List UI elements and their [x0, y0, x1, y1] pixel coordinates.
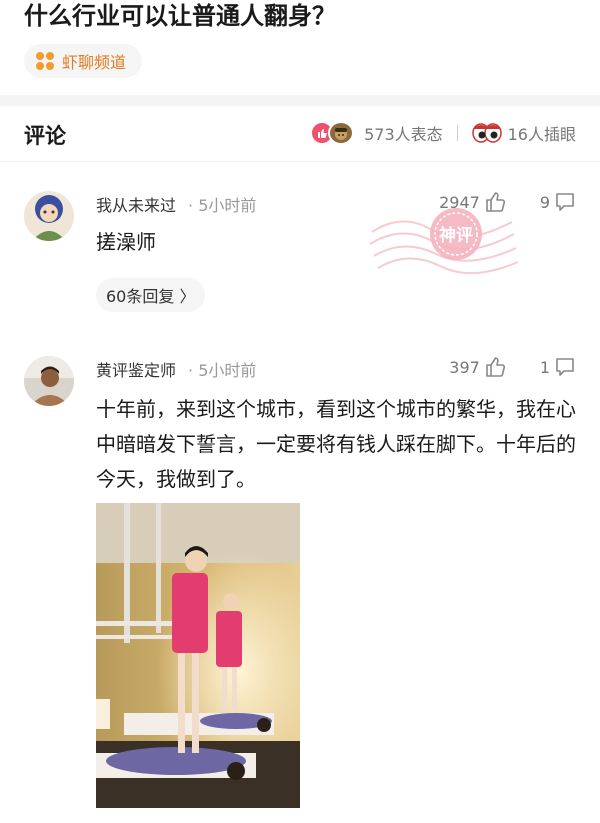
reply-button[interactable]: 1 [540, 356, 576, 378]
comment-icon [556, 358, 574, 376]
reply-count: 9 [539, 192, 550, 212]
like-button[interactable]: 397 [449, 356, 506, 378]
like-count: 397 [449, 357, 480, 377]
comment-icon [556, 193, 574, 211]
top-comment-stamp: 神评 [369, 208, 519, 275]
channel-chip[interactable]: 虾聊频道 [24, 44, 143, 78]
author-name[interactable]: 黄评鉴定师 [96, 357, 176, 381]
thumbs-up-icon [486, 357, 505, 377]
reaction-icons[interactable] [310, 121, 356, 145]
author-name[interactable]: 我从未来过 [96, 192, 176, 216]
avatar[interactable] [24, 356, 74, 406]
section-divider [0, 95, 600, 106]
reply-count: 1 [539, 357, 550, 377]
comments-title: 评论 [24, 124, 66, 148]
comment-photo[interactable] [96, 503, 300, 808]
reactions-count[interactable]: 573人表态 [364, 121, 443, 145]
view-replies-link[interactable]: 60条回复 〉 [96, 278, 206, 312]
comments-header: 评论 573人表态 16人插眼 [0, 106, 600, 162]
avatar[interactable] [24, 191, 74, 241]
stats-separator [456, 125, 458, 141]
channel-icon [36, 52, 54, 70]
reply-button[interactable]: 9 [540, 191, 576, 213]
comment-text: 十年前，来到这个城市，看到这个城市的繁华，我在心中暗暗发下誓言，一定要将有钱人踩… [96, 397, 576, 491]
comment-meta: 黄评鉴定师 · 5小时前 [96, 357, 256, 381]
comment-stats: 573人表态 16人插眼 [310, 121, 576, 145]
eyes-icon [471, 123, 502, 143]
comment-time: · 5小时前 [188, 196, 257, 215]
comment-meta: 我从未来过 · 5小时前 [96, 192, 256, 216]
comment-time: · 5小时前 [188, 361, 257, 380]
face-reaction-icon [328, 121, 355, 145]
comment-actions: 397 1 [449, 356, 576, 378]
top-comment-badge: 神评 [439, 225, 473, 246]
peek-count[interactable]: 16人插眼 [508, 121, 576, 145]
channel-label: 虾聊频道 [62, 53, 127, 72]
post-title: 什么行业可以让普通人翻身？ [24, 2, 336, 30]
